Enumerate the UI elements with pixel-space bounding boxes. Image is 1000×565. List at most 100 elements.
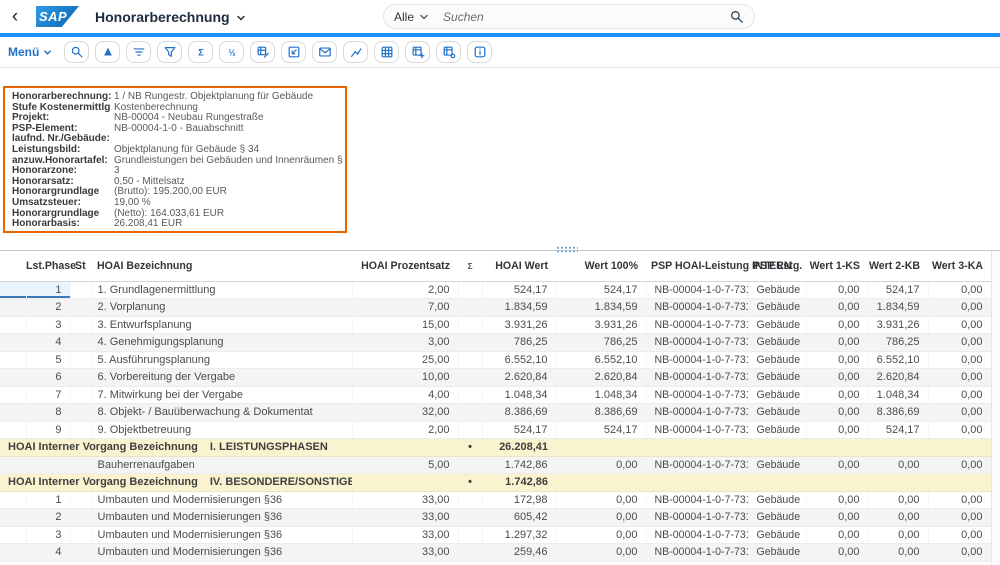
cell-psp-hoai-leistung[interactable]: NB-00004-1-0-7-731 [646,561,748,565]
menu-button[interactable]: Menü [8,45,52,59]
cell-wert-2-kb[interactable]: 3.931,26 [868,316,928,334]
table-row[interactable]: 33. Entwurfsplanung15,003.931,263.931,26… [0,316,991,334]
app-title-menu[interactable]: Honorarberechnung [95,9,246,25]
cell-psp-lstg[interactable]: Gebäude [748,509,806,527]
cell-hoai-bezeichnung[interactable]: Bauherrenaufgaben [92,456,352,474]
cell-wert-2-kb[interactable]: 2.620,84 [868,369,928,387]
cell-wert-2-kb[interactable]: 524,17 [868,281,928,299]
splitter-handle[interactable] [556,246,578,253]
column-header-name[interactable]: HOAI Bezeichnung [92,251,352,281]
cell-hoai-wert[interactable]: 1.834,59 [482,299,556,317]
cell-hoai-bezeichnung[interactable]: 3. Entwurfsplanung [92,316,352,334]
cell-st[interactable] [70,509,92,527]
cell-wert-3-ka[interactable]: 0,00 [928,561,991,565]
cell-sum-marker[interactable] [458,386,482,404]
filter-button[interactable] [157,41,182,63]
cell-wert-100[interactable]: 0,00 [556,561,646,565]
cell-wert-1-ks[interactable]: 0,00 [806,386,868,404]
cell-wert-3-ka[interactable]: 0,00 [928,421,991,439]
cell-row-selector[interactable] [0,526,26,544]
cell-wert-1-ks[interactable]: 0,00 [806,526,868,544]
cell-hoai-wert[interactable]: 3.931,26 [482,316,556,334]
table-row[interactable]: 88. Objekt- / Bauüberwachung & Dokumenta… [0,404,991,422]
cell-psp-hoai-leistung[interactable]: NB-00004-1-0-7-731 [646,456,748,474]
cell-lst-phase[interactable]: 4 [26,544,70,562]
cell-lst-phase[interactable]: 3 [26,526,70,544]
cell-row-selector[interactable] [0,281,26,299]
cell-wert-100[interactable]: 524,17 [556,281,646,299]
cell-hoai-wert[interactable]: 786,25 [482,334,556,352]
cell-psp-lstg[interactable]: Gebäude [748,404,806,422]
cell-hoai-bezeichnung[interactable]: 8. Objekt- / Bauüberwachung & Dokumentat [92,404,352,422]
table-row[interactable]: 44. Genehmigungsplanung3,00786,25786,25N… [0,334,991,352]
cell-st[interactable] [70,526,92,544]
cell-psp-lstg[interactable]: Gebäude [748,281,806,299]
cell-wert-100[interactable]: 0,00 [556,509,646,527]
cell-hoai-wert[interactable]: 605,42 [482,509,556,527]
search-scope-select[interactable]: Alle [394,10,429,24]
cell-wert-1-ks[interactable]: 0,00 [806,421,868,439]
sort-ascending-button[interactable] [95,41,120,63]
cell-st[interactable] [70,334,92,352]
cell-sum-marker[interactable] [458,351,482,369]
cell-hoai-wert[interactable]: 2.162,19 [482,561,556,565]
cell-st[interactable] [70,299,92,317]
cell-sum-marker[interactable] [458,561,482,565]
cell-wert-1-ks[interactable]: 0,00 [806,404,868,422]
cell-lst-phase[interactable]: 1 [26,491,70,509]
subtotal-label-cell[interactable]: HOAI Interner Vorgang BezeichnungI. LEIS… [0,439,352,457]
cell-psp-lstg[interactable]: Gebäude [748,421,806,439]
cell-lst-phase[interactable]: 2 [26,509,70,527]
table-row[interactable]: 66. Vorbereitung der Vergabe10,002.620,8… [0,369,991,387]
cell-wert-3-ka[interactable]: 0,00 [928,491,991,509]
cell-wert-1-ks[interactable]: 0,00 [806,351,868,369]
table-row[interactable]: 11. Grundlagenermittlung2,00524,17524,17… [0,281,991,299]
cell-wert-2-kb[interactable]: 1.834,59 [868,299,928,317]
cell-row-selector[interactable] [0,456,26,474]
column-header-wert[interactable]: HOAI Wert [482,251,556,281]
cell-wert-2-kb[interactable]: 8.386,69 [868,404,928,422]
cell-wert-2-kb[interactable]: 524,17 [868,421,928,439]
cell-hoai-bezeichnung[interactable]: Umbauten und Modernisierungen §36 [92,526,352,544]
cell-psp-hoai-leistung[interactable]: NB-00004-1-0-7-731 [646,544,748,562]
column-header-sel[interactable] [0,251,26,281]
cell-sum-marker[interactable] [458,526,482,544]
cell-wert-3-ka[interactable]: 0,00 [928,281,991,299]
export-button[interactable] [281,41,306,63]
cell-psp-hoai-leistung[interactable]: NB-00004-1-0-7-731 [646,316,748,334]
sort-descending-button[interactable] [126,41,151,63]
cell-hoai-prozentsatz[interactable]: 5,00 [352,456,458,474]
cell-sum-marker[interactable] [458,334,482,352]
cell-hoai-prozentsatz[interactable]: 10,00 [352,369,458,387]
cell-st[interactable] [70,491,92,509]
cell-wert-2-kb[interactable]: 1.048,34 [868,386,928,404]
cell-hoai-prozentsatz[interactable]: 2,00 [352,421,458,439]
cell-psp-hoai-leistung[interactable]: NB-00004-1-0-7-731 [646,386,748,404]
cell-hoai-wert[interactable]: 259,46 [482,544,556,562]
cell-psp-hoai-leistung[interactable]: NB-00004-1-0-7-731 [646,281,748,299]
cell-wert-2-kb[interactable]: 6.552,10 [868,351,928,369]
cell-wert-100[interactable]: 0,00 [556,491,646,509]
cell-psp-hoai-leistung[interactable]: NB-00004-1-0-7-731 [646,334,748,352]
cell-hoai-prozentsatz[interactable]: 2,00 [352,281,458,299]
cell-hoai-wert[interactable]: 8.386,69 [482,404,556,422]
cell-wert-1-ks[interactable]: 0,00 [806,456,868,474]
subtotal-label-cell[interactable]: HOAI Interner Vorgang BezeichnungIV. BES… [0,474,352,492]
spreadsheet-button[interactable] [374,41,399,63]
cell-st[interactable] [70,316,92,334]
search-button[interactable] [64,41,89,63]
table-add-button[interactable] [405,41,430,63]
cell-row-selector[interactable] [0,334,26,352]
cell-wert-3-ka[interactable]: 0,00 [928,544,991,562]
cell-lst-phase[interactable]: 9 [26,421,70,439]
cell-lst-phase[interactable]: 1 [26,281,70,299]
cell-hoai-wert[interactable]: 524,17 [482,281,556,299]
table-row[interactable]: 4Umbauten und Modernisierungen §3633,002… [0,544,991,562]
cell-hoai-wert[interactable]: 172,98 [482,491,556,509]
cell-psp-lstg[interactable]: Gebäude [748,299,806,317]
cell-sum-marker[interactable] [458,369,482,387]
cell-hoai-wert[interactable]: 1.297,32 [482,526,556,544]
cell-wert-1-ks[interactable]: 0,00 [806,316,868,334]
cell-lst-phase[interactable]: 5 [26,561,70,565]
column-header-phase[interactable]: Lst.Phase [26,251,70,281]
